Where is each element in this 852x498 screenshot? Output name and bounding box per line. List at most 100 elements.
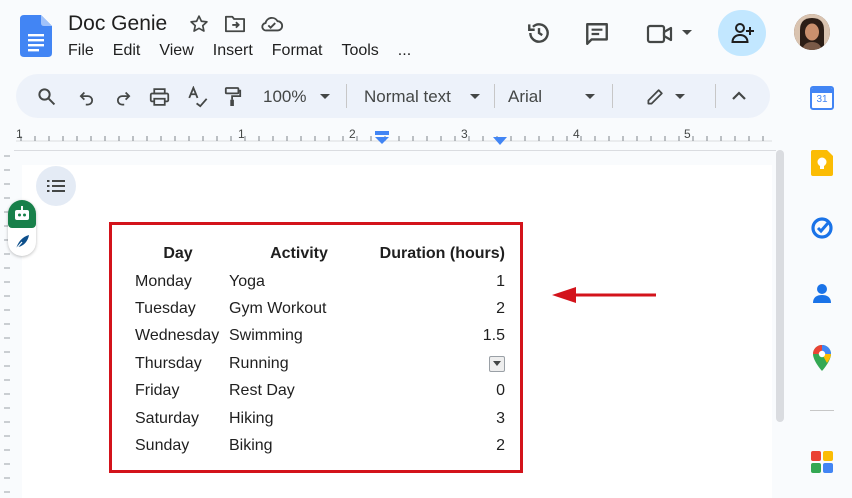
cell-duration[interactable]: 2 [369, 295, 525, 322]
toolbar-divider [715, 84, 716, 108]
cell-day[interactable]: Saturday [127, 405, 229, 432]
cell-activity[interactable]: Running [229, 350, 369, 377]
paint-format-icon[interactable] [224, 86, 242, 108]
outline-list-icon [47, 180, 65, 192]
activity-table: Day Activity Duration (hours) Monday Yog… [127, 240, 525, 460]
print-icon[interactable] [149, 87, 170, 107]
table-row[interactable]: Saturday Hiking 3 [127, 405, 525, 432]
cell-day[interactable]: Wednesday [127, 323, 229, 350]
menu-view[interactable]: View [159, 42, 193, 60]
toolbar-divider [346, 84, 347, 108]
table-row[interactable]: Monday Yoga 1 [127, 268, 525, 295]
table-row[interactable]: Wednesday Swimming 1.5 [127, 323, 525, 350]
mode-dropdown-icon[interactable] [675, 94, 685, 100]
cell-dropdown-chip[interactable] [489, 355, 505, 372]
spellcheck-icon[interactable] [187, 86, 208, 108]
menu-tools[interactable]: Tools [341, 42, 378, 60]
cell-duration[interactable]: 0 [369, 378, 525, 405]
calendar-day: 31 [816, 94, 828, 105]
menu-format[interactable]: Format [272, 42, 323, 60]
side-panel-separator [810, 410, 834, 411]
calendar-app-icon[interactable]: 31 [810, 86, 834, 110]
cell-duration-dropdown[interactable] [369, 350, 525, 377]
cell-duration[interactable]: 2 [369, 432, 525, 459]
robot-icon [15, 206, 29, 220]
cell-day[interactable]: Friday [127, 378, 229, 405]
tasks-app-icon[interactable] [810, 216, 834, 240]
user-avatar[interactable] [794, 14, 830, 50]
vertical-scrollbar[interactable] [776, 150, 784, 422]
menu-bar: File Edit View Insert Format Tools ... [68, 42, 430, 60]
toolbar-divider [612, 84, 613, 108]
style-dropdown-icon[interactable] [470, 94, 480, 100]
ruler-label: 2 [349, 127, 356, 141]
header-day: Day [163, 245, 193, 262]
contacts-app-icon[interactable] [812, 281, 832, 305]
meet-dropdown-icon[interactable] [681, 29, 693, 37]
red-arrow-annotation-icon [552, 287, 656, 303]
cell-activity[interactable]: Rest Day [229, 378, 369, 405]
cell-day[interactable]: Tuesday [127, 295, 229, 322]
document-title[interactable]: Doc Genie [68, 12, 167, 36]
document-outline-button[interactable] [36, 166, 76, 206]
star-icon[interactable] [189, 14, 209, 34]
cell-day[interactable]: Thursday [127, 350, 229, 377]
first-line-indent-marker-icon[interactable] [374, 131, 390, 145]
cell-activity[interactable]: Swimming [229, 323, 369, 350]
zoom-select[interactable]: 100% [263, 87, 306, 107]
zoom-dropdown-icon[interactable] [320, 94, 330, 100]
avatar-photo-icon [794, 14, 830, 50]
ruler-label: 1 [238, 127, 245, 141]
table-row[interactable]: Friday Rest Day 0 [127, 378, 525, 405]
toolbar-divider [494, 84, 495, 108]
editing-mode-pencil-icon[interactable] [646, 87, 665, 106]
cell-day[interactable]: Sunday [127, 432, 229, 459]
keep-app-icon[interactable] [811, 150, 833, 176]
table-header-row: Day Activity Duration (hours) [127, 240, 525, 268]
ruler-label: 4 [573, 127, 580, 141]
version-history-icon[interactable] [526, 20, 552, 46]
comments-icon[interactable] [584, 21, 610, 47]
cell-duration[interactable]: 1 [369, 268, 525, 295]
maps-app-icon[interactable] [812, 345, 832, 371]
paragraph-style-select[interactable]: Normal text [364, 87, 451, 107]
get-addons-icon[interactable] [810, 450, 834, 474]
cell-duration[interactable]: 1.5 [369, 323, 525, 350]
cell-activity[interactable]: Hiking [229, 405, 369, 432]
cell-activity[interactable]: Yoga [229, 268, 369, 295]
cell-day[interactable]: Monday [127, 268, 229, 295]
share-button[interactable] [718, 10, 766, 56]
vertical-ruler [4, 155, 10, 493]
menu-insert[interactable]: Insert [213, 42, 253, 60]
hide-menus-chevron-up-icon[interactable] [731, 91, 747, 101]
table-row[interactable]: Thursday Running [127, 350, 525, 377]
font-select[interactable]: Arial [508, 87, 542, 107]
table-row[interactable]: Tuesday Gym Workout 2 [127, 295, 525, 322]
docs-logo-icon[interactable] [20, 15, 52, 57]
cell-duration[interactable]: 3 [369, 405, 525, 432]
quill-feather-icon[interactable] [13, 233, 31, 251]
ruler-labels: 1 1 2 3 4 5 [16, 126, 772, 148]
cloud-saved-icon[interactable] [260, 14, 284, 34]
move-folder-icon[interactable] [224, 14, 246, 34]
side-panel-divider [790, 62, 791, 498]
cell-activity[interactable]: Gym Workout [229, 295, 369, 322]
undo-icon[interactable] [78, 89, 95, 106]
doc-genie-robot-button[interactable] [8, 200, 36, 228]
ruler-label: 3 [461, 127, 468, 141]
search-menus-icon[interactable] [37, 87, 56, 106]
table-row[interactable]: Sunday Biking 2 [127, 432, 525, 459]
font-dropdown-icon[interactable] [585, 94, 595, 100]
page-top-border [14, 150, 776, 151]
redo-icon[interactable] [115, 89, 132, 106]
ruler-label: 1 [16, 127, 23, 141]
meet-video-icon[interactable] [646, 23, 674, 45]
menu-more[interactable]: ... [398, 42, 411, 60]
header-duration: Duration (hours) [379, 245, 505, 262]
ruler-label: 5 [684, 127, 691, 141]
cell-activity[interactable]: Biking [229, 432, 369, 459]
header-activity: Activity [270, 245, 328, 262]
menu-file[interactable]: File [68, 42, 94, 60]
menu-edit[interactable]: Edit [113, 42, 141, 60]
right-indent-marker-icon[interactable] [493, 137, 507, 145]
